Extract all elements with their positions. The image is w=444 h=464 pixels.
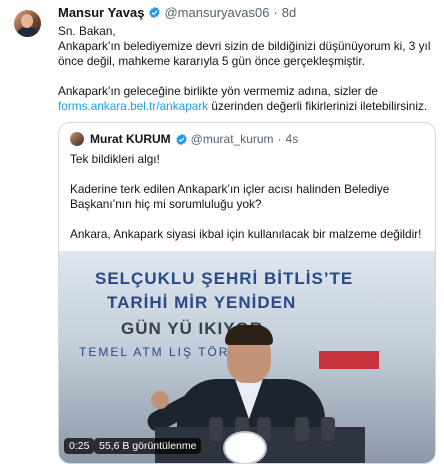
quote-author-name[interactable]: Murat KURUM [90, 132, 171, 146]
banner-line-2: TARİHİ MİR YENİDEN [107, 293, 297, 312]
tweet-text-para2-start: Ankapark’ın geleceğine birlikte yön verm… [58, 84, 378, 98]
quote-text-line1: Tek bildikleri algı! [70, 152, 160, 166]
tweet-text-para2-end: üzerinden değerli fikirlerinizi iletebil… [208, 99, 428, 113]
tweet-time[interactable]: 8d [282, 5, 296, 20]
quote-header-separator: · [277, 132, 282, 146]
verified-badge-icon [149, 6, 161, 18]
tweet[interactable]: Mansur Yavaş @mansuryavas06 · 8d Sn. Bak… [0, 0, 444, 464]
quote-text: Tek bildikleri algı! Kaderine terk edile… [70, 152, 424, 242]
podium-seal [223, 431, 267, 463]
video-view-count: 55,6 B görüntülenme [94, 438, 202, 454]
header-separator: · [273, 4, 278, 20]
author-handle[interactable]: @mansuryavas06 [164, 5, 269, 20]
banner-red-panel [319, 351, 379, 369]
quoted-tweet[interactable]: Murat KURUM @murat_kurum · 4s Tek bildik… [58, 122, 436, 464]
tweet-text-para2: Ankapark’ın geleceğine birlikte yön verm… [58, 84, 436, 114]
tweet-text-line1: Sn. Bakan, [58, 24, 116, 38]
ankapark-form-link[interactable]: forms.ankara.bel.tr/ankapark [58, 99, 208, 113]
quote-time[interactable]: 4s [286, 132, 299, 146]
banner-line-1: SELÇUKLU ŞEHRİ BİTLİS’TE [95, 269, 354, 288]
quote-verified-badge-icon [176, 133, 187, 145]
quote-text-line2: Kaderine terk edilen Ankapark’ın içler a… [70, 182, 390, 211]
microphone-1 [209, 417, 223, 441]
microphone-4 [295, 417, 309, 441]
author-avatar[interactable] [14, 10, 41, 37]
microphone-5 [321, 417, 335, 441]
author-name[interactable]: Mansur Yavaş [58, 5, 144, 20]
quote-text-line3: Ankara, Ankapark siyasi ikbal için kulla… [70, 227, 422, 241]
quote-author-avatar[interactable] [70, 132, 84, 146]
video-duration: 0:25 [64, 438, 95, 454]
tweet-header: Mansur Yavaş @mansuryavas06 · 8d [58, 3, 296, 21]
avatar-face [21, 14, 33, 28]
quote-author-handle[interactable]: @murat_kurum [191, 132, 274, 146]
video-player[interactable]: SELÇUKLU ŞEHRİ BİTLİS’TE TARİHİ MİR YENİ… [59, 251, 435, 463]
quote-header: Murat KURUM @murat_kurum · 4s [70, 131, 298, 147]
speaker-hand [151, 391, 169, 409]
tweet-text: Sn. Bakan, Ankapark’ın belediyemize devr… [58, 24, 436, 114]
tweet-text-line2: Ankapark’ın belediyemize devri sizin de … [58, 39, 431, 68]
speaker-hair [225, 325, 273, 345]
avatar-suit [16, 27, 39, 37]
